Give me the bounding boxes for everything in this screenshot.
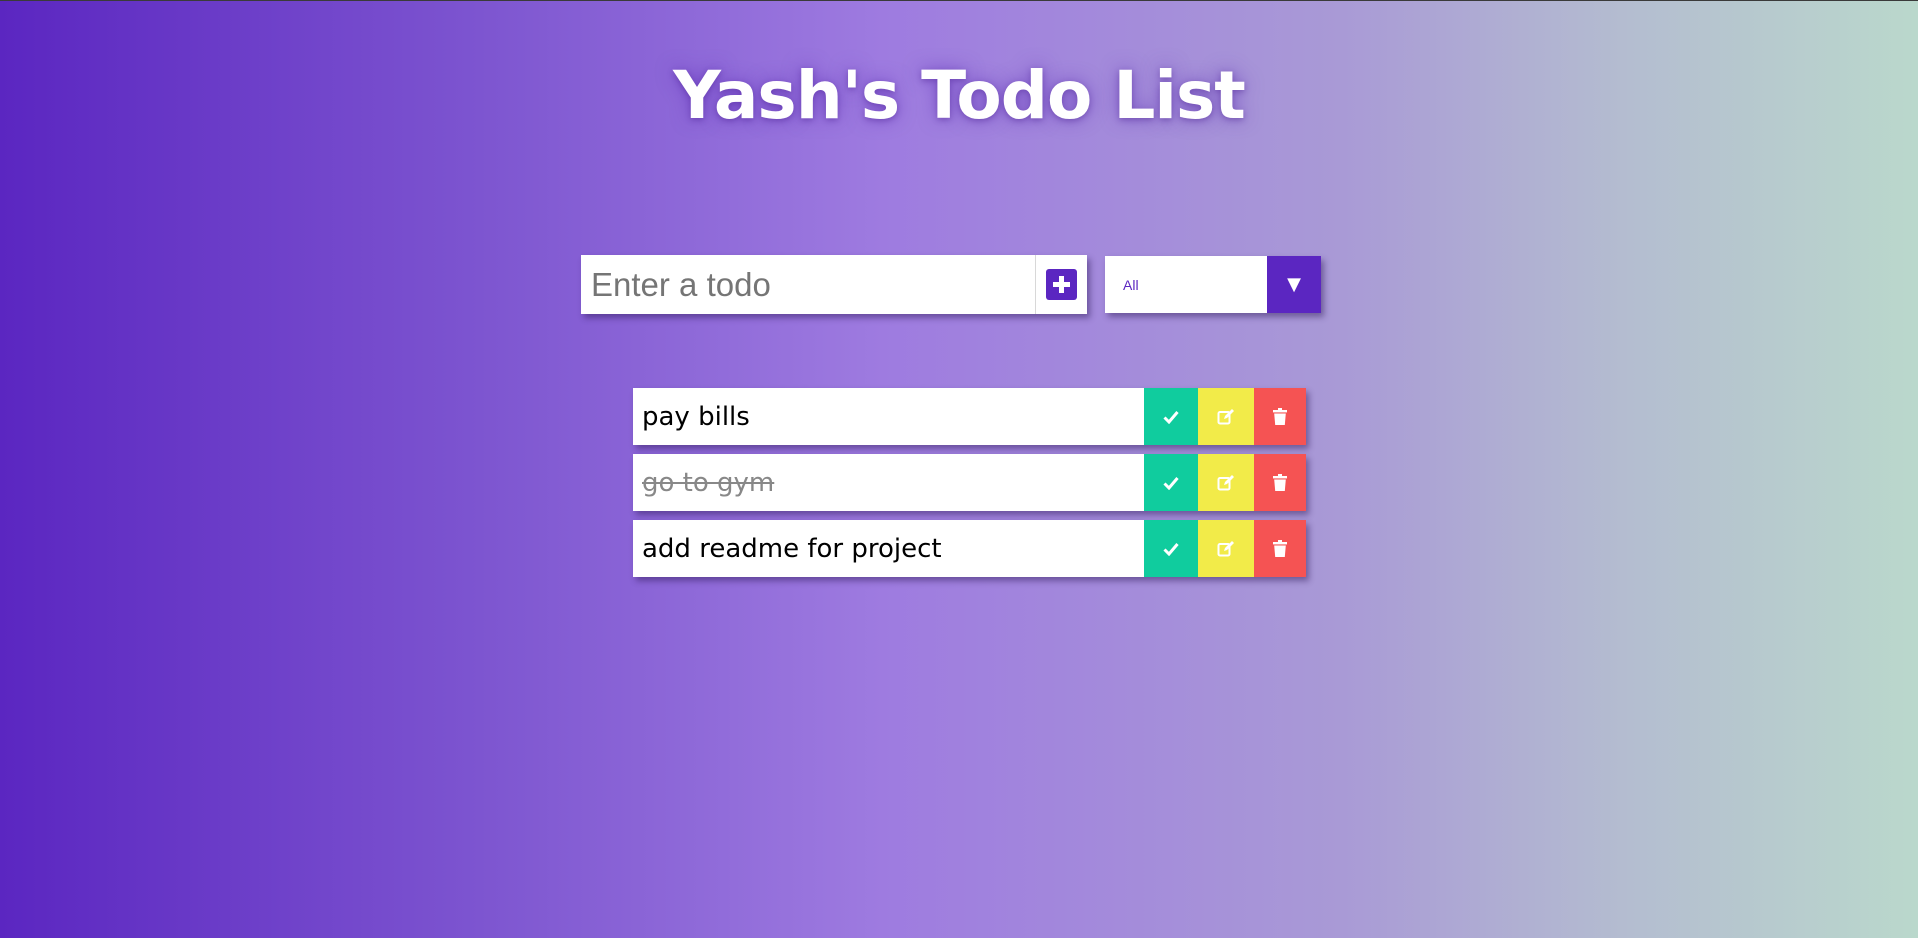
check-icon: [1163, 410, 1179, 424]
edit-icon: [1217, 540, 1234, 556]
delete-button[interactable]: [1254, 520, 1306, 577]
filter-select[interactable]: All ▼: [1105, 256, 1321, 313]
todo-item: add readme for project: [633, 520, 1306, 577]
edit-button[interactable]: [1198, 454, 1254, 511]
filter-selected-value: All: [1123, 276, 1139, 293]
todo-list: pay bills go to gym add readme for proje…: [633, 388, 1306, 586]
trash-icon: [1273, 408, 1287, 425]
complete-button[interactable]: [1144, 454, 1198, 511]
edit-button[interactable]: [1198, 388, 1254, 445]
todo-text: add readme for project: [642, 533, 942, 564]
plus-square-icon: [1046, 269, 1077, 300]
todo-form: [581, 255, 1087, 314]
todo-text: go to gym: [642, 467, 775, 498]
todo-item: pay bills: [633, 388, 1306, 445]
delete-button[interactable]: [1254, 388, 1306, 445]
trash-icon: [1273, 540, 1287, 557]
edit-icon: [1217, 408, 1234, 424]
trash-icon: [1273, 474, 1287, 491]
edit-icon: [1217, 474, 1234, 490]
add-todo-button[interactable]: [1036, 255, 1087, 314]
complete-button[interactable]: [1144, 388, 1198, 445]
delete-button[interactable]: [1254, 454, 1306, 511]
dropdown-arrow-icon[interactable]: ▼: [1267, 256, 1321, 313]
todo-item: go to gym: [633, 454, 1306, 511]
edit-button[interactable]: [1198, 520, 1254, 577]
check-icon: [1163, 476, 1179, 490]
complete-button[interactable]: [1144, 520, 1198, 577]
check-icon: [1163, 542, 1179, 556]
todo-text: pay bills: [642, 401, 750, 432]
todo-input[interactable]: [581, 255, 1036, 314]
page-title: Yash's Todo List: [673, 57, 1246, 134]
